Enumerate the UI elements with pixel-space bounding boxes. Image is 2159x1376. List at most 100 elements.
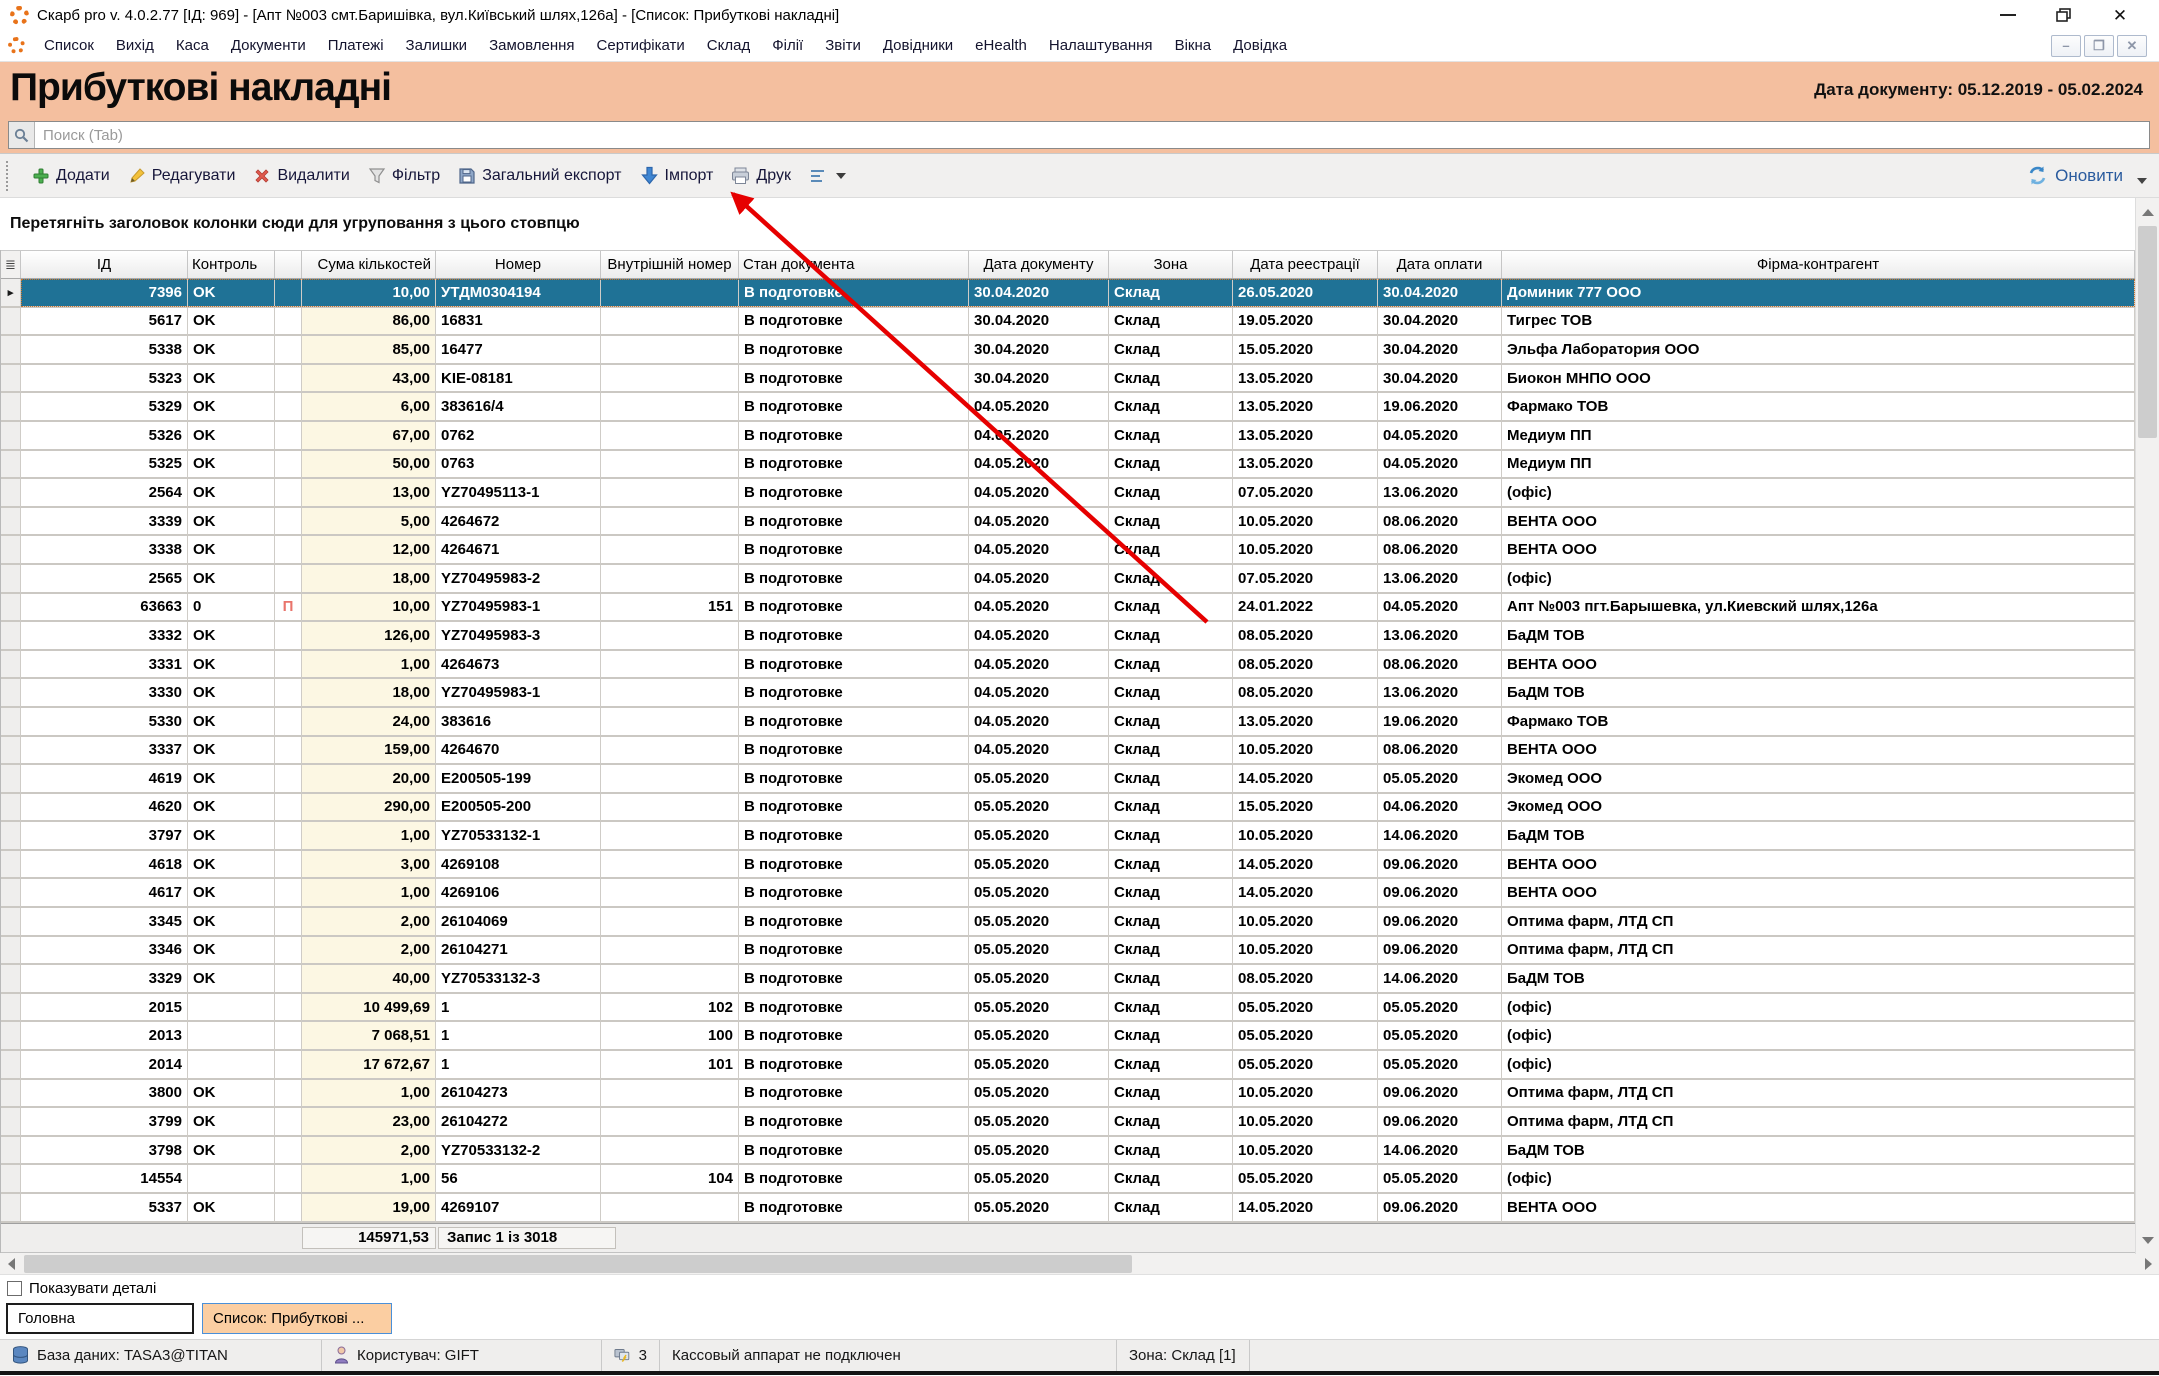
table-row[interactable]: 4618 OK 3,00 4269108 В подготовке 05.05.… (1, 851, 2135, 880)
table-row[interactable]: 3330 OK 18,00 YZ70495983-1 В подготовке … (1, 679, 2135, 708)
menu-sertyfikaty[interactable]: Сертифікати (586, 32, 696, 59)
table-row[interactable]: 3345 OK 2,00 26104069 В подготовке 05.05… (1, 908, 2135, 937)
table-row[interactable]: 4620 OK 290,00 E200505-200 В подготовке … (1, 794, 2135, 823)
menu-vikna[interactable]: Вікна (1164, 32, 1223, 59)
table-row[interactable]: 14554 1,00 56 104 В подготовке 05.05.202… (1, 1165, 2135, 1194)
search-input[interactable] (35, 127, 2149, 144)
cell-flag (275, 908, 302, 937)
menu-nalashtuvannia[interactable]: Налаштування (1038, 32, 1164, 59)
menu-spysok[interactable]: Список (33, 32, 105, 59)
view-options-button[interactable] (800, 163, 855, 189)
mdi-minimize-button[interactable]: – (2051, 35, 2081, 57)
import-button[interactable]: Імпорт (631, 161, 723, 190)
menu-dovidka[interactable]: Довідка (1222, 32, 1298, 59)
row-indicator-cell (1, 737, 21, 766)
menu-zamovlennia[interactable]: Замовлення (478, 32, 585, 59)
cell-number: YZ70495983-2 (436, 565, 601, 594)
table-row[interactable]: 3799 OK 23,00 26104272 В подготовке 05.0… (1, 1108, 2135, 1137)
horizontal-scrollbar[interactable] (0, 1253, 2159, 1275)
refresh-button[interactable]: Оновити (2027, 165, 2127, 186)
table-row[interactable]: 3339 OK 5,00 4264672 В подготовке 04.05.… (1, 508, 2135, 537)
menu-dovidnyky[interactable]: Довідники (872, 32, 964, 59)
scroll-up-button[interactable] (2136, 200, 2159, 224)
table-row[interactable]: 2014 17 672,67 1 101 В подготовке 05.05.… (1, 1051, 2135, 1080)
table-row[interactable]: 2564 OK 13,00 YZ70495113-1 В подготовке … (1, 479, 2135, 508)
table-row[interactable]: 3800 OK 1,00 26104273 В подготовке 05.05… (1, 1080, 2135, 1109)
tab-home[interactable]: Головна (6, 1303, 194, 1334)
scroll-down-button[interactable] (2136, 1228, 2159, 1252)
table-row[interactable]: 5325 OK 50,00 0763 В подготовке 04.05.20… (1, 451, 2135, 480)
horizontal-scrollbar-thumb[interactable] (24, 1255, 1132, 1273)
table-row[interactable]: 5323 OK 43,00 KIE-08181 В подготовке 30.… (1, 365, 2135, 394)
table-row[interactable]: 4619 OK 20,00 E200505-199 В подготовке 0… (1, 765, 2135, 794)
scroll-left-button[interactable] (0, 1253, 22, 1275)
column-header-reg-date[interactable]: Дата реестрації (1233, 251, 1378, 278)
edit-button[interactable]: Редагувати (119, 162, 245, 190)
table-row[interactable]: 3329 OK 40,00 YZ70533132-3 В подготовке … (1, 965, 2135, 994)
table-row[interactable]: 2565 OK 18,00 YZ70495983-2 В подготовке … (1, 565, 2135, 594)
delete-button[interactable]: Видалити (244, 162, 358, 190)
vertical-scrollbar-thumb[interactable] (2138, 226, 2157, 438)
table-row[interactable]: 5338 OK 85,00 16477 В подготовке 30.04.2… (1, 336, 2135, 365)
column-header-qty-sum[interactable]: Сума кількостей (302, 251, 436, 278)
export-button[interactable]: Загальний експорт (449, 162, 630, 190)
menu-vykhid[interactable]: Вихід (105, 32, 165, 59)
column-header-firm[interactable]: Фірма-контрагент (1502, 251, 2135, 278)
menu-ehealth[interactable]: eHealth (964, 32, 1038, 59)
menu-dokumenty[interactable]: Документи (220, 32, 317, 59)
table-row[interactable]: 3798 OK 2,00 YZ70533132-2 В подготовке 0… (1, 1137, 2135, 1166)
column-header-id[interactable]: ІД (21, 251, 188, 278)
table-row[interactable]: 3332 OK 126,00 YZ70495983-3 В подготовке… (1, 622, 2135, 651)
restore-button[interactable] (2053, 6, 2075, 24)
statusbar-cash-register-segment: Кассовый аппарат не подключен (660, 1340, 1117, 1371)
show-details-checkbox[interactable] (7, 1281, 22, 1296)
column-header-control[interactable]: Контроль (188, 251, 275, 278)
cell-qty-sum: 2,00 (302, 1137, 436, 1166)
menu-zalyshky[interactable]: Залишки (395, 32, 479, 59)
column-header-doc-date[interactable]: Дата документу (969, 251, 1109, 278)
vertical-scrollbar[interactable] (2135, 198, 2159, 1254)
cell-number: YZ70495983-1 (436, 679, 601, 708)
table-row[interactable]: 3346 OK 2,00 26104271 В подготовке 05.05… (1, 937, 2135, 966)
grid-corner-icon[interactable]: ≣ (1, 251, 21, 278)
cell-id: 14554 (21, 1165, 188, 1194)
scroll-right-button[interactable] (2137, 1253, 2159, 1275)
column-header-zone[interactable]: Зона (1109, 251, 1233, 278)
print-button[interactable]: Друк (722, 162, 800, 190)
column-header-state[interactable]: Стан документа (739, 251, 969, 278)
column-header-number[interactable]: Номер (436, 251, 601, 278)
cell-flag (275, 451, 302, 480)
toolbar-overflow-chevron-icon[interactable] (2137, 178, 2147, 184)
table-row[interactable]: 4617 OK 1,00 4269106 В подготовке 05.05.… (1, 879, 2135, 908)
table-row[interactable]: 5330 OK 24,00 383616 В подготовке 04.05.… (1, 708, 2135, 737)
column-header-internal-number[interactable]: Внутрішній номер (601, 251, 739, 278)
table-row[interactable]: 5617 OK 86,00 16831 В подготовке 30.04.2… (1, 308, 2135, 337)
minimize-button[interactable] (1997, 6, 2019, 24)
table-row[interactable]: 2015 10 499,69 1 102 В подготовке 05.05.… (1, 994, 2135, 1023)
close-button[interactable]: ✕ (2109, 6, 2131, 24)
table-row[interactable]: 5337 OK 19,00 4269107 В подготовке 05.05… (1, 1194, 2135, 1223)
filter-button[interactable]: Фільтр (359, 162, 449, 190)
menu-platezhi[interactable]: Платежі (317, 32, 395, 59)
table-row[interactable]: 3797 OK 1,00 YZ70533132-1 В подготовке 0… (1, 822, 2135, 851)
table-row[interactable]: 3331 OK 1,00 4264673 В подготовке 04.05.… (1, 651, 2135, 680)
add-button[interactable]: Додати (23, 162, 119, 190)
tab-list-prybutkovi[interactable]: Список: Прибуткові ... (202, 1303, 392, 1334)
table-row[interactable]: 5329 OK 6,00 383616/4 В подготовке 04.05… (1, 393, 2135, 422)
menu-kasa[interactable]: Каса (165, 32, 220, 59)
cell-doc-date: 04.05.2020 (969, 679, 1109, 708)
column-header-pay-date[interactable]: Дата оплати (1378, 251, 1502, 278)
table-row[interactable]: 2013 7 068,51 1 100 В подготовке 05.05.2… (1, 1022, 2135, 1051)
table-row[interactable]: ▸ 7396 OK 10,00 УТДМ0304194 В подготовке… (1, 279, 2135, 308)
menu-zvity[interactable]: Звіти (814, 32, 872, 59)
table-row[interactable]: 3337 OK 159,00 4264670 В подготовке 04.0… (1, 737, 2135, 766)
cell-qty-sum: 50,00 (302, 451, 436, 480)
column-header-flag[interactable] (275, 251, 302, 278)
menu-filii[interactable]: Філії (761, 32, 814, 59)
menu-sklad[interactable]: Склад (696, 32, 761, 59)
mdi-restore-button[interactable]: ❐ (2084, 35, 2114, 57)
table-row[interactable]: 3338 OK 12,00 4264671 В подготовке 04.05… (1, 536, 2135, 565)
mdi-close-button[interactable]: ✕ (2117, 35, 2147, 57)
table-row[interactable]: 63663 0 П 10,00 YZ70495983-1 151 В подго… (1, 594, 2135, 623)
table-row[interactable]: 5326 OK 67,00 0762 В подготовке 04.05.20… (1, 422, 2135, 451)
